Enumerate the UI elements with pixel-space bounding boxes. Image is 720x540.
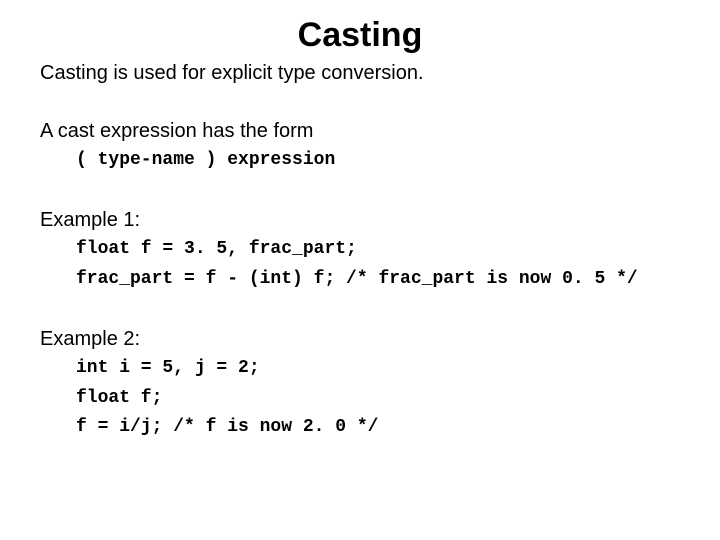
- cast-form-heading: A cast expression has the form: [40, 120, 680, 143]
- example-2-code-line-2: float f;: [76, 385, 680, 413]
- cast-form-code: ( type-name ) expression: [76, 147, 680, 175]
- cast-form-section: A cast expression has the form ( type-na…: [40, 120, 680, 175]
- intro-text: Casting is used for explicit type conver…: [40, 61, 680, 86]
- example-1-section: Example 1: float f = 3. 5, frac_part; fr…: [40, 209, 680, 294]
- example-2-heading: Example 2:: [40, 328, 680, 351]
- example-1-code-line-2: frac_part = f - (int) f; /* frac_part is…: [76, 266, 680, 294]
- example-2-section: Example 2: int i = 5, j = 2; float f; f …: [40, 328, 680, 443]
- slide-title: Casting: [40, 16, 680, 55]
- example-2-code-line-3: f = i/j; /* f is now 2. 0 */: [76, 414, 680, 442]
- example-2-code-line-1: int i = 5, j = 2;: [76, 355, 680, 383]
- example-1-code-line-1: float f = 3. 5, frac_part;: [76, 236, 680, 264]
- example-1-heading: Example 1:: [40, 209, 680, 232]
